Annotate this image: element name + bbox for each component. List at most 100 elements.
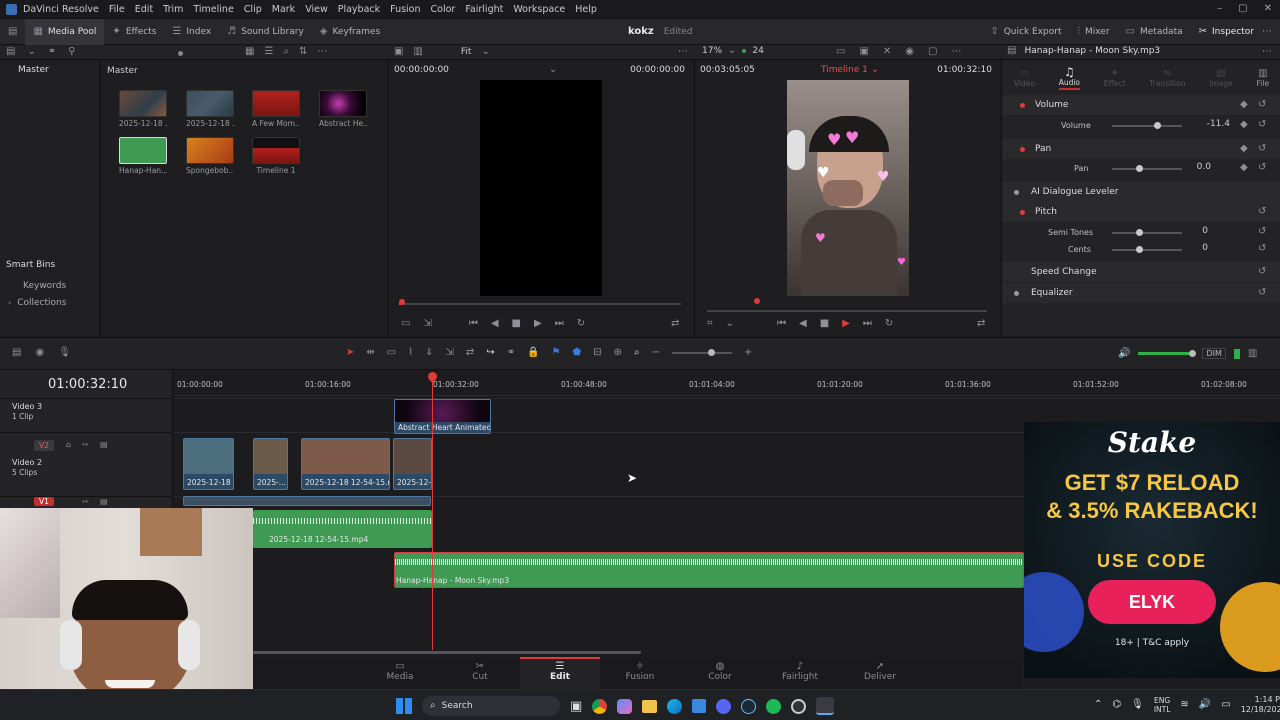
tab-effect[interactable]: ✦ Effect xyxy=(1104,68,1126,88)
play-reverse-icon[interactable]: ◀ xyxy=(799,319,807,329)
keyframe-icon[interactable]: ◆ xyxy=(1240,100,1248,110)
go-last-icon[interactable]: ⏭ xyxy=(863,319,872,329)
track-output-icon[interactable]: ▤ xyxy=(100,441,108,449)
panel-layout-icon[interactable]: ▥ xyxy=(1248,348,1257,359)
pitch-section[interactable]: Pitch ↺ xyxy=(1002,202,1280,222)
source-more-icon[interactable]: ⋯ xyxy=(678,47,688,57)
panel-toggle-icon[interactable]: ▤ xyxy=(8,27,17,37)
minimize-icon[interactable]: – xyxy=(1217,3,1222,14)
tab-audio[interactable]: ♫ Audio xyxy=(1058,66,1081,90)
zoom-detail-icon[interactable]: ⊕ xyxy=(614,348,622,358)
network-icon[interactable]: ⌬ xyxy=(1112,700,1121,710)
clip-view-icon[interactable]: ▭ xyxy=(401,319,410,329)
index-button[interactable]: ☰ Index xyxy=(164,19,219,45)
ad-code-button[interactable]: ELYK xyxy=(1088,580,1216,624)
sound-library-button[interactable]: ♬ Sound Library xyxy=(219,19,312,45)
enable-dot[interactable] xyxy=(1014,290,1019,296)
auto-select-icon[interactable]: ⇿ xyxy=(82,498,89,506)
edge-icon[interactable] xyxy=(667,698,683,714)
bin-master[interactable]: Master xyxy=(18,65,49,75)
monitor-volume-slider[interactable] xyxy=(1138,350,1197,357)
zoom-dropdown[interactable]: 17% xyxy=(702,46,722,56)
source-viewer-mode-icon[interactable]: ▣ xyxy=(394,47,403,57)
track-output-icon[interactable]: ▤ xyxy=(100,498,108,506)
dynamic-trim-icon[interactable]: ▭ xyxy=(387,348,396,358)
sort-icon[interactable]: ⇅ xyxy=(299,47,307,57)
overwrite-clip-icon[interactable]: ⇲ xyxy=(446,348,454,358)
play-icon[interactable]: ▶ xyxy=(842,319,850,329)
menu-fairlight[interactable]: Fairlight xyxy=(465,4,503,15)
timeline-playhead[interactable] xyxy=(432,374,433,650)
reset-icon[interactable]: ↺ xyxy=(1258,244,1266,254)
metadata-button[interactable]: ▭ Metadata xyxy=(1118,19,1191,45)
store-icon[interactable] xyxy=(692,699,707,713)
timeline-scrubber[interactable] xyxy=(707,310,987,312)
keyframe-icon[interactable]: ◆ xyxy=(1240,144,1248,154)
page-tab-fusion[interactable]: ✧ Fusion xyxy=(600,657,680,689)
bin-collections[interactable]: Collections xyxy=(17,298,66,308)
chrome-icon[interactable] xyxy=(592,698,608,714)
wifi-icon[interactable]: ≋ xyxy=(1180,700,1188,710)
timeline-name-dropdown[interactable]: Timeline 1 xyxy=(821,65,868,75)
discord-icon[interactable] xyxy=(716,698,732,714)
davinci-taskbar-icon[interactable] xyxy=(816,697,835,715)
tag-icon[interactable]: ⚲ xyxy=(68,47,75,57)
page-tab-deliver[interactable]: ➚ Deliver xyxy=(840,657,920,689)
replace-clip-icon[interactable]: ⇄ xyxy=(466,348,474,358)
microphone-icon[interactable]: 🎙 xyxy=(1131,700,1144,710)
chevron-up-icon[interactable]: ⌃ xyxy=(1094,700,1102,710)
tab-transition[interactable]: ⇋ Transition xyxy=(1149,68,1185,88)
blade-tool-icon[interactable]: ⌇ xyxy=(408,348,413,358)
copilot-icon[interactable] xyxy=(617,698,633,714)
menu-fusion[interactable]: Fusion xyxy=(390,4,420,15)
ai-dialogue-section[interactable]: AI Dialogue Leveler xyxy=(1002,182,1280,202)
pan-section[interactable]: Pan ◆ ↺ xyxy=(1002,139,1280,159)
keyframes-button[interactable]: ◈ Keyframes xyxy=(312,19,388,45)
match-frame-icon[interactable]: ⇄ xyxy=(671,319,679,329)
stop-icon[interactable]: ■ xyxy=(820,319,829,329)
viewer-size-icon[interactable]: ▭ xyxy=(836,47,845,57)
media-clip[interactable]: Spongebob... xyxy=(186,137,234,175)
reset-icon[interactable]: ↺ xyxy=(1258,163,1266,173)
fit-dropdown[interactable]: Fit xyxy=(461,47,472,57)
lock-icon[interactable]: ⌂ xyxy=(66,441,71,449)
insert-clip-icon[interactable]: ⇓ xyxy=(425,348,433,358)
page-tab-cut[interactable]: ✂ Cut xyxy=(440,657,520,689)
speed-change-section[interactable]: Speed Change ↺ xyxy=(1002,262,1280,282)
go-first-icon[interactable]: ⏮ xyxy=(469,319,478,329)
reset-icon[interactable]: ↺ xyxy=(1258,207,1266,217)
source-playhead[interactable] xyxy=(399,299,405,305)
trim-tool-icon[interactable]: ⇹ xyxy=(366,348,374,358)
pan-value[interactable]: 0.0 xyxy=(1182,162,1211,172)
transform-icon[interactable]: ✕ xyxy=(883,47,891,57)
menu-edit[interactable]: Edit xyxy=(135,4,153,15)
clock[interactable]: 1:14 PM 12/18/2025 xyxy=(1241,695,1280,715)
loop-icon[interactable]: ↻ xyxy=(885,319,893,329)
go-last-icon[interactable]: ⏭ xyxy=(555,319,564,329)
page-tab-media[interactable]: ▭ Media xyxy=(360,657,440,689)
inspector-button[interactable]: ✂ Inspector xyxy=(1191,19,1262,45)
tab-video[interactable]: ▭ Video xyxy=(1014,68,1035,88)
enable-dot[interactable] xyxy=(1020,146,1025,152)
reset-icon[interactable]: ↺ xyxy=(1258,120,1266,130)
chevron-right-icon[interactable]: › xyxy=(8,299,11,307)
menu-workspace[interactable]: Workspace xyxy=(513,4,565,15)
dual-viewer-icon[interactable]: ▥ xyxy=(413,47,422,57)
marker-icon[interactable]: ⬟ xyxy=(573,348,582,358)
menu-view[interactable]: View xyxy=(305,4,328,15)
chevron-down-icon[interactable]: ⌄ xyxy=(726,319,734,329)
enable-dot[interactable] xyxy=(1020,209,1025,215)
play-reverse-icon[interactable]: ◀ xyxy=(491,319,499,329)
tab-image[interactable]: ▤ Image xyxy=(1209,68,1233,88)
tab-file[interactable]: ▥ File xyxy=(1257,68,1270,88)
media-pool-button[interactable]: ▦ Media Pool xyxy=(25,19,105,45)
zoom-custom-icon[interactable]: ⌕ xyxy=(634,348,640,358)
menu-mark[interactable]: Mark xyxy=(272,4,295,15)
volume-icon[interactable]: 🔊 xyxy=(1199,700,1211,710)
flag-icon[interactable]: ⚑ xyxy=(552,348,561,358)
semitones-value[interactable]: 0 xyxy=(1182,226,1208,236)
zoom-in-icon[interactable]: + xyxy=(744,348,752,358)
pool-more-icon[interactable]: ⋯ xyxy=(317,47,327,57)
color-icon[interactable]: ◉ xyxy=(905,47,914,57)
auto-select-icon[interactable]: ⇿ xyxy=(82,441,89,449)
